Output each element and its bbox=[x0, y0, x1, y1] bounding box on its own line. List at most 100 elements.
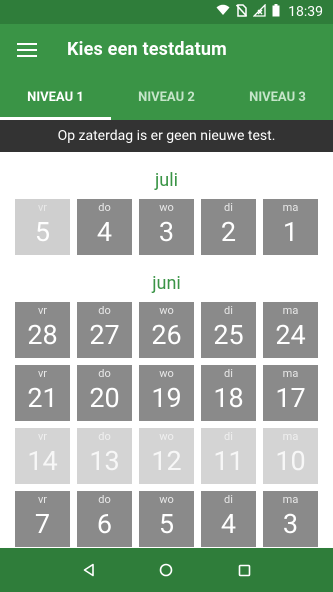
day-number: 26 bbox=[151, 319, 182, 351]
weekday-label: vr bbox=[37, 201, 48, 214]
day-number: 11 bbox=[213, 445, 244, 477]
weekday-label: ma bbox=[282, 367, 299, 380]
date-tile[interactable]: di 2 bbox=[201, 199, 256, 255]
week-row: vr 7 do 6 wo 5 di 4 ma 3 bbox=[0, 491, 333, 547]
weekday-label: do bbox=[98, 304, 111, 317]
day-number: 19 bbox=[151, 382, 182, 414]
date-tile-disabled: do 13 bbox=[77, 428, 132, 484]
date-tile-disabled: ma 10 bbox=[263, 428, 318, 484]
status-bar: 18:39 bbox=[0, 0, 333, 24]
weekday-label: ma bbox=[282, 430, 299, 443]
date-tile[interactable]: ma 17 bbox=[263, 365, 318, 421]
weekday-label: vr bbox=[37, 304, 48, 317]
month-label: juni bbox=[152, 273, 181, 294]
date-tile[interactable]: vr 28 bbox=[15, 302, 70, 358]
weekday-label: di bbox=[224, 493, 233, 506]
screen: 18:39 Kies een testdatum NIVEAU 1 NIVEAU… bbox=[0, 0, 333, 592]
date-tile[interactable]: ma 1 bbox=[263, 199, 318, 255]
weekday-label: ma bbox=[282, 201, 299, 214]
weekday-label: ma bbox=[282, 304, 299, 317]
day-number: 28 bbox=[27, 319, 58, 351]
date-list: juli vr 5 do 4 wo 3 di 2 ma 1 juni vr 28 do 27 … bbox=[0, 152, 333, 548]
date-tile[interactable]: wo 19 bbox=[139, 365, 194, 421]
day-number: 3 bbox=[158, 216, 175, 248]
tab-bar: NIVEAU 1 NIVEAU 2 NIVEAU 3 bbox=[0, 75, 333, 120]
weekday-label: do bbox=[98, 430, 111, 443]
date-tile-disabled: vr 14 bbox=[15, 428, 70, 484]
weekday-label: do bbox=[98, 367, 111, 380]
day-number: 4 bbox=[96, 216, 113, 248]
back-icon[interactable] bbox=[77, 558, 101, 582]
tab-niveau-1[interactable]: NIVEAU 1 bbox=[0, 75, 111, 120]
week-row: vr 14 do 13 wo 12 di 11 ma 10 bbox=[0, 428, 333, 484]
date-tile[interactable]: ma 3 bbox=[263, 491, 318, 547]
day-number: 5 bbox=[34, 216, 51, 248]
day-number: 14 bbox=[27, 445, 58, 477]
date-tile[interactable]: do 20 bbox=[77, 365, 132, 421]
app-bar: Kies een testdatum bbox=[0, 24, 333, 75]
menu-icon[interactable] bbox=[17, 42, 37, 57]
weekday-label: ma bbox=[282, 493, 299, 506]
date-tile[interactable]: vr 5 bbox=[15, 199, 70, 255]
date-tile[interactable]: vr 21 bbox=[15, 365, 70, 421]
status-time: 18:39 bbox=[288, 4, 323, 20]
day-number: 18 bbox=[213, 382, 244, 414]
weekday-label: wo bbox=[159, 493, 174, 506]
day-number: 1 bbox=[282, 216, 299, 248]
day-number: 12 bbox=[151, 445, 182, 477]
weekday-label: wo bbox=[159, 304, 174, 317]
weekday-label: di bbox=[224, 304, 233, 317]
weekday-label: di bbox=[224, 201, 233, 214]
weekday-label: vr bbox=[37, 367, 48, 380]
date-tile[interactable]: di 25 bbox=[201, 302, 256, 358]
date-tile[interactable]: wo 3 bbox=[139, 199, 194, 255]
no-signal-icon bbox=[252, 2, 266, 21]
day-number: 2 bbox=[220, 216, 237, 248]
system-nav-bar bbox=[0, 548, 333, 592]
month-label: juli bbox=[155, 170, 178, 191]
day-number: 6 bbox=[96, 508, 113, 540]
weekday-label: vr bbox=[37, 493, 48, 506]
day-number: 24 bbox=[275, 319, 306, 351]
date-tile[interactable]: wo 26 bbox=[139, 302, 194, 358]
day-number: 27 bbox=[89, 319, 120, 351]
weekday-label: do bbox=[98, 201, 111, 214]
weekday-label: di bbox=[224, 367, 233, 380]
date-tile[interactable]: wo 5 bbox=[139, 491, 194, 547]
no-sim-icon bbox=[236, 3, 248, 21]
date-tile[interactable]: ma 24 bbox=[263, 302, 318, 358]
home-icon[interactable] bbox=[154, 558, 178, 582]
week-row: vr 5 do 4 wo 3 di 2 ma 1 bbox=[0, 199, 333, 255]
day-number: 10 bbox=[275, 445, 306, 477]
weekday-label: do bbox=[98, 493, 111, 506]
date-tile[interactable]: di 4 bbox=[201, 491, 256, 547]
day-number: 21 bbox=[27, 382, 58, 414]
date-tile-disabled: wo 12 bbox=[139, 428, 194, 484]
day-number: 3 bbox=[282, 508, 299, 540]
weekday-label: wo bbox=[159, 201, 174, 214]
saturday-notice: Op zaterdag is er geen nieuwe test. bbox=[0, 120, 333, 152]
page-title: Kies een testdatum bbox=[67, 39, 227, 60]
day-number: 5 bbox=[158, 508, 175, 540]
date-tile[interactable]: do 27 bbox=[77, 302, 132, 358]
tab-niveau-3[interactable]: NIVEAU 3 bbox=[222, 75, 333, 120]
day-number: 4 bbox=[220, 508, 237, 540]
date-tile[interactable]: di 18 bbox=[201, 365, 256, 421]
weekday-label: wo bbox=[159, 367, 174, 380]
day-number: 25 bbox=[213, 319, 244, 351]
date-tile[interactable]: do 6 bbox=[77, 491, 132, 547]
day-number: 13 bbox=[89, 445, 120, 477]
recents-icon[interactable] bbox=[232, 558, 256, 582]
tab-niveau-2[interactable]: NIVEAU 2 bbox=[111, 75, 222, 120]
day-number: 7 bbox=[34, 508, 51, 540]
day-number: 20 bbox=[89, 382, 120, 414]
day-number: 17 bbox=[275, 382, 306, 414]
weekday-label: di bbox=[224, 430, 233, 443]
weekday-label: vr bbox=[37, 430, 48, 443]
week-row: vr 28 do 27 wo 26 di 25 ma 24 bbox=[0, 302, 333, 358]
week-row: vr 21 do 20 wo 19 di 18 ma 17 bbox=[0, 365, 333, 421]
wifi-icon bbox=[216, 4, 230, 20]
weekday-label: wo bbox=[159, 430, 174, 443]
date-tile[interactable]: vr 7 bbox=[15, 491, 70, 547]
date-tile[interactable]: do 4 bbox=[77, 199, 132, 255]
